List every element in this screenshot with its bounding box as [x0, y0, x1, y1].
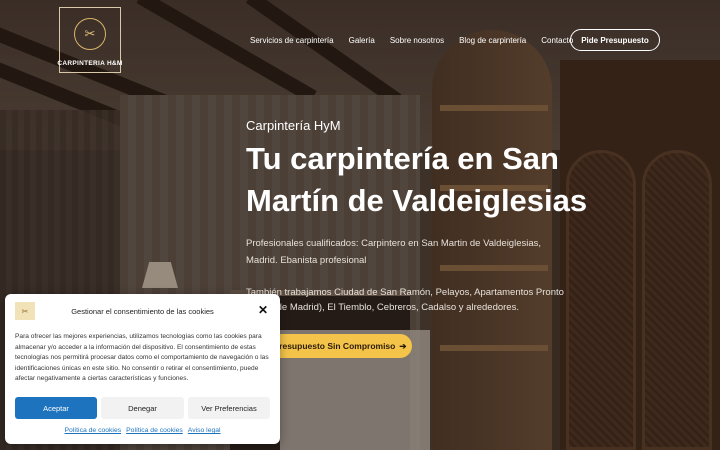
free-quote-label: Presupuesto Sin Compromiso [273, 341, 396, 351]
cookie-dialog-title: Gestionar el consentimiento de las cooki… [71, 307, 214, 316]
deny-cookies-button[interactable]: Denegar [101, 397, 184, 419]
hero-subtitle: Profesionales cualificados: Carpintero e… [246, 238, 542, 266]
nav-item-servicios[interactable]: Servicios de carpintería [250, 36, 334, 45]
legal-notice-link[interactable]: Aviso legal [188, 427, 221, 434]
hero-service-areas: También trabajamos Ciudad de San Ramón, … [246, 287, 564, 313]
hero-title: Tu carpintería en San Martín de Valdeigl… [246, 141, 588, 218]
cookie-dialog-body: Para ofrecer las mejores experiencias, u… [15, 333, 269, 382]
arrow-right-icon: ➔ [399, 340, 407, 351]
nav-item-blog[interactable]: Blog de carpintería [459, 36, 526, 45]
hero-eyebrow: Carpintería HyM [246, 118, 341, 133]
close-icon[interactable]: ✕ [258, 304, 268, 316]
cookie-links: Política de cookies Política de cookies … [5, 427, 280, 434]
nav-item-galeria[interactable]: Galería [349, 36, 375, 45]
nav-item-sobre-nosotros[interactable]: Sobre nosotros [390, 36, 444, 45]
accept-cookies-button[interactable]: Aceptar [15, 397, 97, 419]
logo-text: CARPINTERIA H&M [57, 60, 123, 67]
free-quote-button[interactable]: Presupuesto Sin Compromiso ➔ [268, 334, 412, 358]
cookie-policy-link[interactable]: Política de cookies [126, 427, 183, 434]
cookie-policy-link[interactable]: Política de cookies [64, 427, 121, 434]
view-preferences-button[interactable]: Ver Preferencias [188, 397, 270, 419]
nav-item-contacto[interactable]: Contacto [541, 36, 573, 45]
cookie-consent-dialog: ✂ Gestionar el consentimiento de las coo… [5, 294, 280, 444]
main-nav: Servicios de carpintería Galería Sobre n… [250, 36, 588, 45]
request-quote-label: Pide Presupuesto [581, 35, 649, 45]
site-logo[interactable]: ✂ CARPINTERIA H&M [57, 7, 123, 73]
saw-emblem-icon: ✂ [74, 18, 106, 50]
request-quote-button[interactable]: Pide Presupuesto [570, 29, 660, 51]
